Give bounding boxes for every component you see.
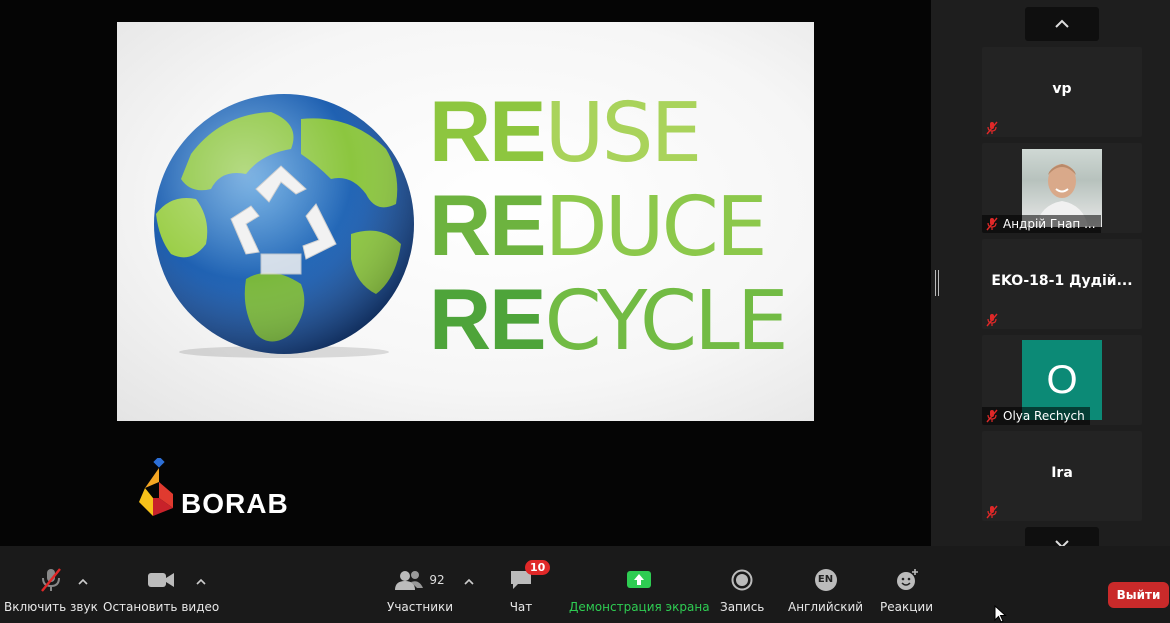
participants-count: 92: [429, 573, 445, 587]
reactions-button[interactable]: Реакции: [880, 566, 933, 614]
stop-video-button[interactable]: Остановить видео: [103, 566, 219, 614]
participant-label: Olya Rechych: [982, 407, 1090, 425]
slide-word-recycle: RECYCLE: [429, 272, 789, 369]
borab-logo-mark: [139, 456, 173, 516]
participant-name: vp: [1052, 81, 1072, 97]
video-camera-icon: [148, 573, 175, 587]
participant-name: Olya Rechych: [1003, 409, 1085, 423]
participant-name: Ira: [1051, 465, 1073, 481]
borab-logo: BORAB: [139, 456, 289, 520]
shared-slide: REUSE REDUCE RECYCLE: [117, 22, 814, 421]
unmute-label: Включить звук: [4, 600, 98, 614]
participant-tile-eko[interactable]: EKO-18-1 Дудій...: [982, 239, 1142, 329]
shared-screen-area: REUSE REDUCE RECYCLE BORAB: [0, 0, 931, 546]
share-screen-icon: [627, 571, 652, 588]
share-screen-button[interactable]: Демонстрация экрана: [569, 566, 710, 614]
record-label: Запись: [720, 600, 765, 614]
reactions-smiley-icon: [896, 569, 918, 590]
mic-off-icon: [986, 121, 998, 135]
mic-off-icon: [986, 409, 998, 423]
globe-recycle-image: [154, 94, 414, 358]
record-button[interactable]: Запись: [720, 566, 764, 614]
mic-off-icon: [986, 217, 998, 231]
participant-name: Андрій Гнап ...: [1003, 217, 1096, 231]
borab-logo-text: BORAB: [181, 488, 289, 519]
video-options-caret-icon[interactable]: [195, 576, 207, 588]
panel-resize-handle[interactable]: [935, 270, 939, 296]
participant-tile-olya[interactable]: O Olya Rechych: [982, 335, 1142, 425]
participants-button[interactable]: 92 Участники: [387, 566, 453, 614]
record-icon: [731, 569, 753, 591]
mic-off-icon: [986, 505, 998, 519]
participants-options-caret-icon[interactable]: [463, 576, 475, 588]
language-interpretation-button[interactable]: EN Английский: [788, 566, 863, 614]
mic-off-icon: [986, 313, 998, 327]
participant-tile-andrii[interactable]: Андрій Гнап ...: [982, 143, 1142, 233]
chevron-up-icon: [1055, 19, 1069, 28]
slide-word-reuse: REUSE: [429, 84, 702, 181]
mouse-cursor-icon: [994, 605, 1007, 623]
unmute-button[interactable]: Включить звук: [4, 566, 98, 614]
reactions-label: Реакции: [880, 600, 933, 614]
leave-meeting-button[interactable]: Выйти: [1108, 582, 1169, 608]
participant-name: EKO-18-1 Дудій...: [991, 273, 1133, 289]
language-label: Английский: [788, 600, 864, 614]
chat-unread-badge: 10: [525, 560, 551, 575]
mic-muted-icon: [40, 568, 61, 592]
gallery-scroll-up-button[interactable]: [1025, 7, 1099, 41]
participant-tile-vp[interactable]: vp: [982, 47, 1142, 137]
chat-label: Чат: [509, 600, 533, 614]
chat-button[interactable]: 10 Чат: [509, 560, 551, 614]
participant-label: Андрій Гнап ...: [982, 215, 1101, 233]
participants-icon: [395, 571, 424, 590]
audio-options-caret-icon[interactable]: [77, 576, 89, 588]
stop-video-label: Остановить видео: [103, 600, 220, 614]
slide-word-reduce: REDUCE: [429, 178, 768, 275]
participants-label: Участники: [387, 600, 454, 614]
language-code: EN: [817, 574, 834, 585]
share-screen-label: Демонстрация экрана: [569, 600, 710, 614]
participant-tile-ira[interactable]: Ira: [982, 431, 1142, 521]
